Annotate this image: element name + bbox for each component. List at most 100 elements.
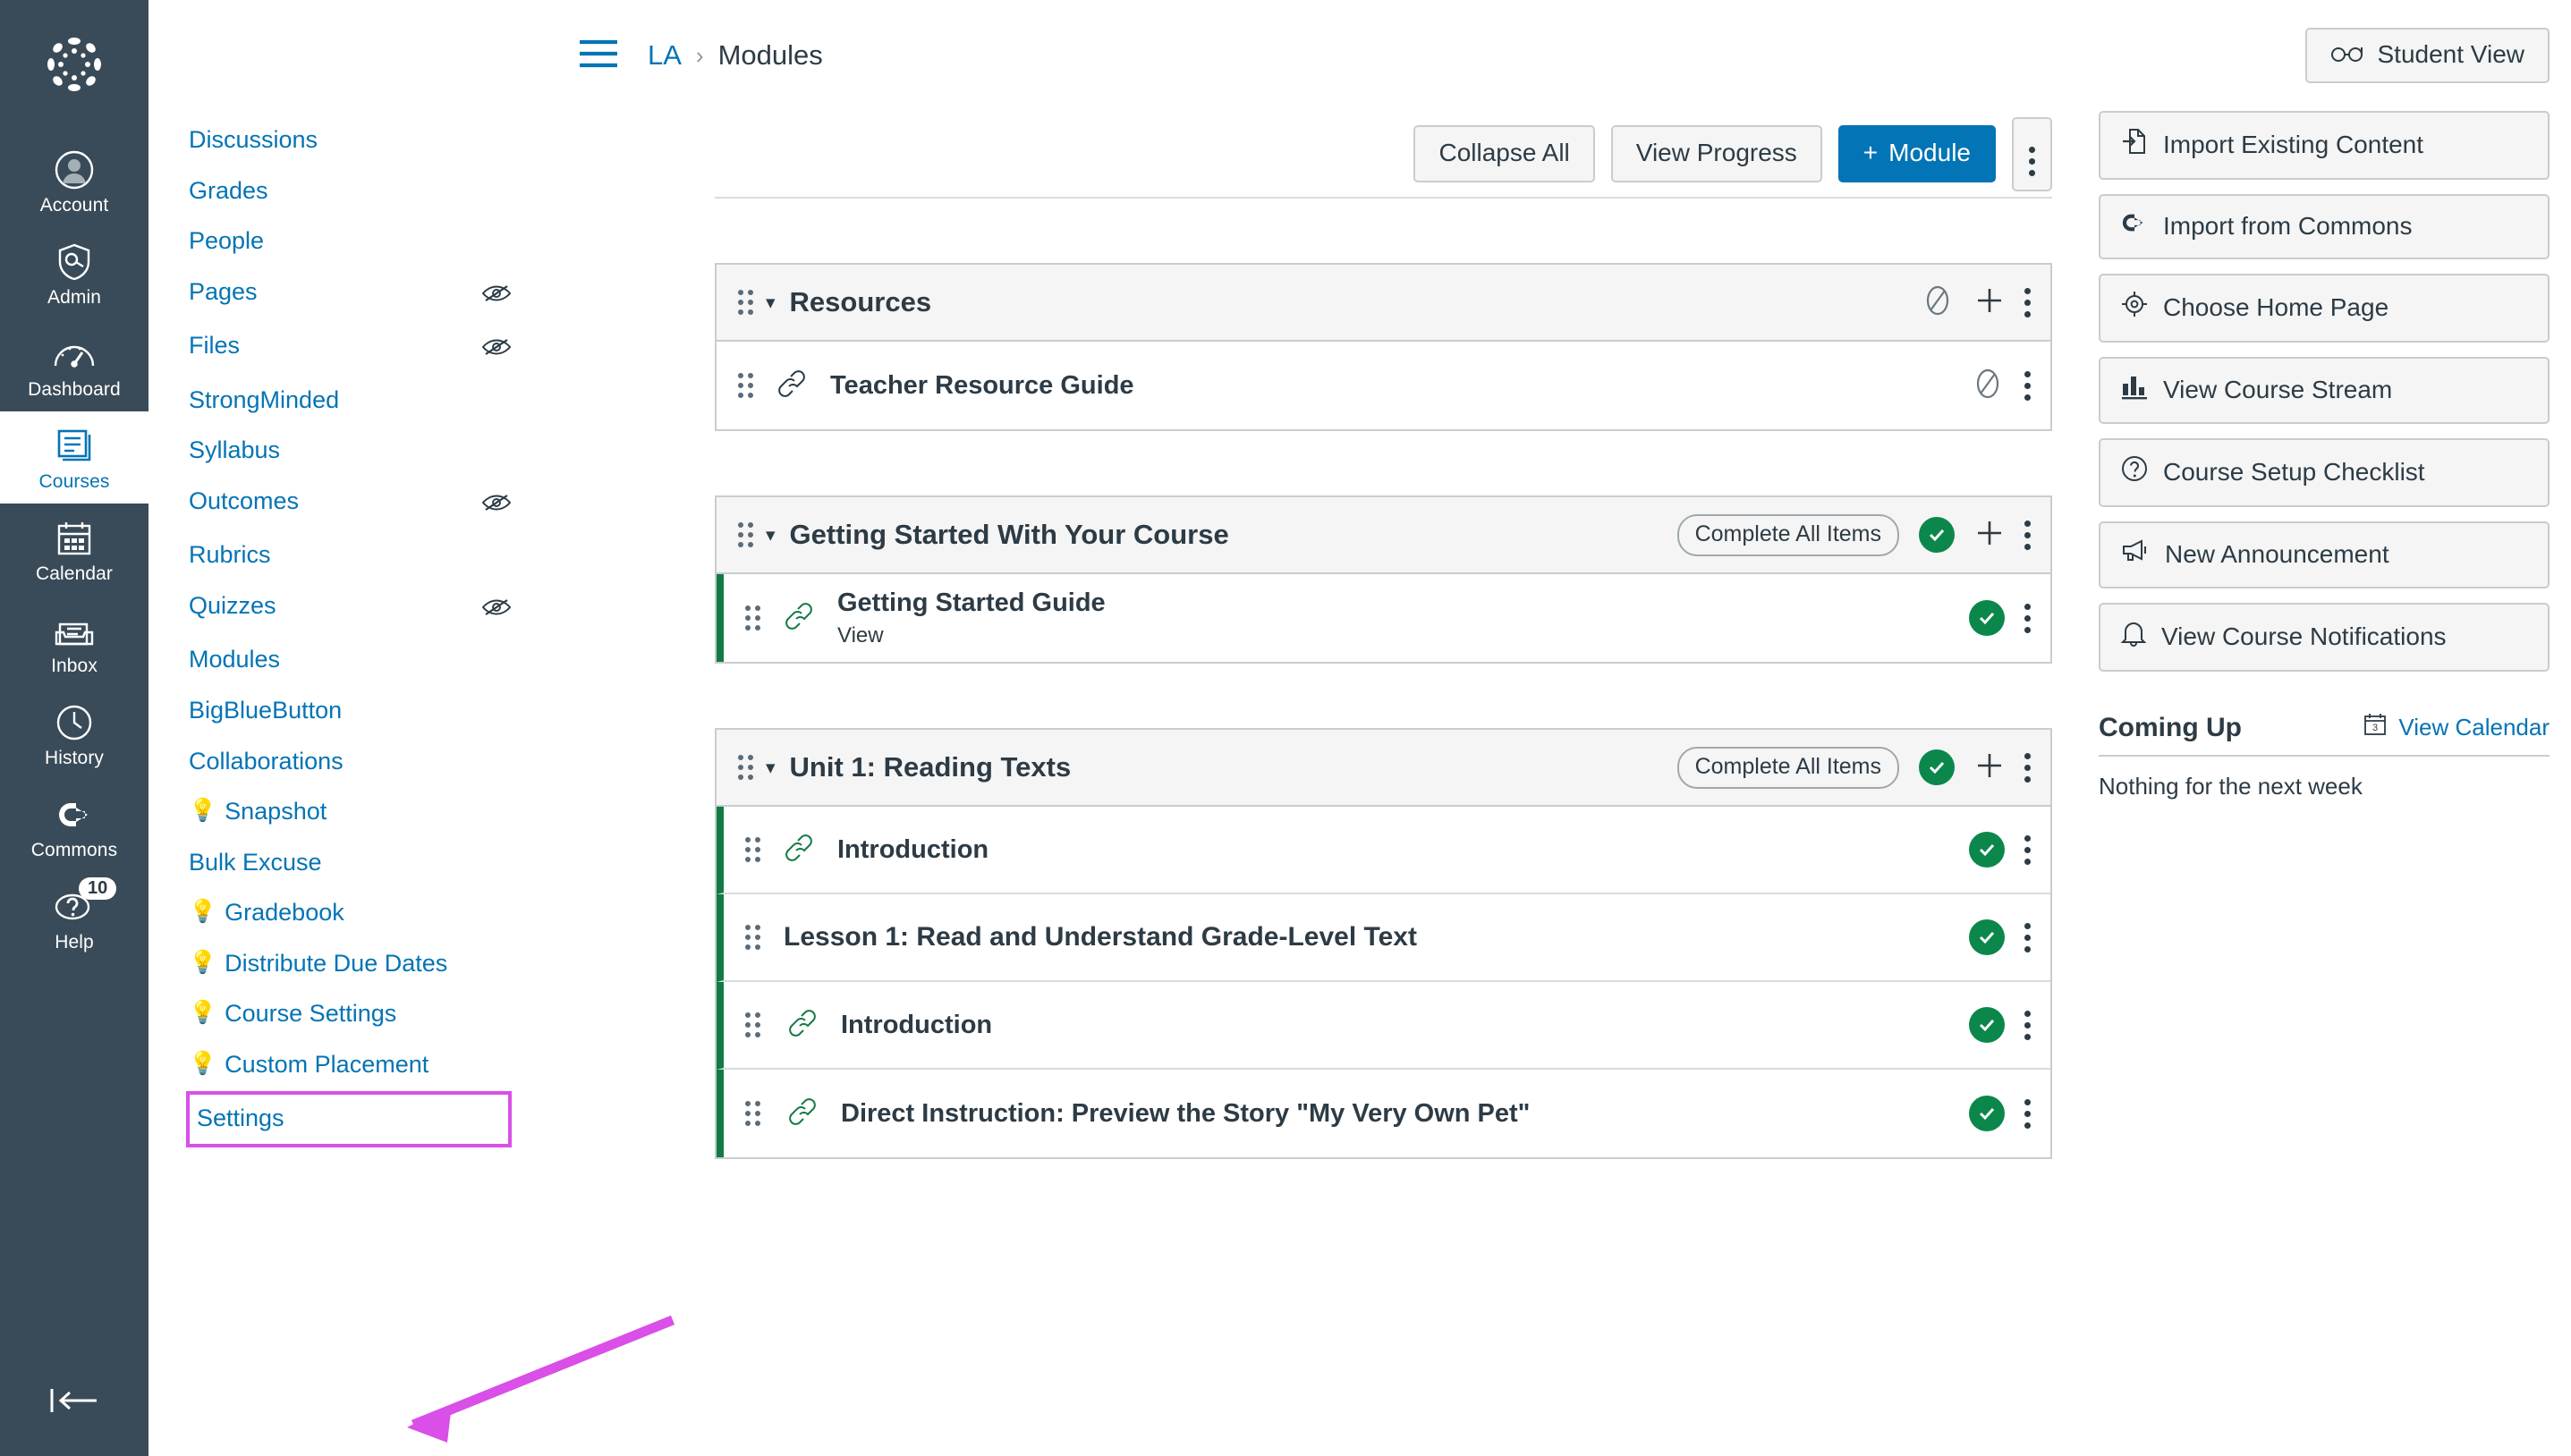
- global-nav-admin[interactable]: Admin: [0, 227, 148, 319]
- collapse-triangle-icon[interactable]: ▾: [766, 292, 776, 314]
- add-module-button[interactable]: + Module: [1837, 125, 1996, 182]
- choose-home-page-button[interactable]: Choose Home Page: [2099, 274, 2550, 343]
- course-nav-item-outcomes[interactable]: Outcomes: [148, 476, 553, 530]
- course-nav-item-collaborations[interactable]: Collaborations: [148, 736, 553, 787]
- breadcrumb-course-link[interactable]: LA: [648, 39, 682, 72]
- drag-handle-icon[interactable]: [745, 1012, 760, 1037]
- module-item-more-options-icon[interactable]: [2024, 370, 2031, 401]
- course-nav-item-distribute-due-dates[interactable]: 💡 Distribute Due Dates: [148, 938, 553, 989]
- published-check-icon[interactable]: [1969, 600, 2005, 636]
- module-items: Teacher Resource Guide: [715, 342, 2052, 431]
- published-check-icon[interactable]: [1919, 517, 1955, 553]
- view-calendar-link[interactable]: 3 View Calendar: [2362, 711, 2550, 744]
- published-check-icon[interactable]: [1969, 1096, 2005, 1131]
- course-setup-checklist-button[interactable]: Course Setup Checklist: [2099, 438, 2550, 507]
- canvas-logo[interactable]: [40, 30, 108, 103]
- collapse-triangle-icon[interactable]: ▾: [766, 757, 776, 779]
- course-nav-item-pages[interactable]: Pages: [148, 267, 553, 321]
- published-check-icon[interactable]: [1969, 832, 2005, 868]
- link-icon: [784, 601, 814, 636]
- course-nav-item-quizzes[interactable]: Quizzes: [148, 580, 553, 635]
- global-nav-commons[interactable]: Commons: [0, 780, 148, 872]
- view-course-stream-button[interactable]: View Course Stream: [2099, 357, 2550, 424]
- view-progress-button[interactable]: View Progress: [1610, 125, 1822, 182]
- drag-handle-icon[interactable]: [745, 1101, 760, 1126]
- course-nav-item-rubrics[interactable]: Rubrics: [148, 529, 553, 580]
- import-existing-content-label: Import Existing Content: [2163, 130, 2424, 158]
- global-nav-account[interactable]: Account: [0, 135, 148, 227]
- course-nav-item-snapshot[interactable]: 💡 Snapshot: [148, 786, 553, 837]
- module-item-more-options-icon[interactable]: [2024, 834, 2031, 865]
- inbox-tray-icon: [0, 608, 148, 653]
- module-item-row-text-header[interactable]: Lesson 1: Read and Understand Grade-Leve…: [717, 894, 2050, 982]
- global-nav-dashboard[interactable]: Dashboard: [0, 319, 148, 411]
- module-item-title: Getting Started Guide: [837, 588, 1106, 617]
- add-item-plus-icon[interactable]: [1974, 518, 2005, 553]
- link-icon: [787, 1096, 818, 1131]
- drag-handle-icon[interactable]: [745, 837, 760, 862]
- drag-handle-icon[interactable]: [745, 925, 760, 950]
- new-announcement-button[interactable]: New Announcement: [2099, 521, 2550, 588]
- drag-handle-icon[interactable]: [738, 373, 753, 398]
- course-nav-item-custom-placement[interactable]: 💡 Custom Placement: [148, 1039, 553, 1090]
- coming-up-empty-text: Nothing for the next week: [2099, 773, 2363, 800]
- global-nav-admin-label: Admin: [47, 287, 102, 308]
- published-check-icon[interactable]: [1969, 1007, 2005, 1043]
- modules-column: Collapse All View Progress + Module ▾ Re…: [553, 111, 2074, 1159]
- unpublished-circle-icon[interactable]: [1971, 367, 2005, 405]
- choose-home-page-label: Choose Home Page: [2163, 292, 2389, 321]
- module-more-options-icon[interactable]: [2024, 520, 2031, 550]
- course-nav-item-settings[interactable]: Settings: [186, 1091, 512, 1147]
- view-course-notifications-button[interactable]: View Course Notifications: [2099, 603, 2550, 672]
- global-nav-inbox[interactable]: Inbox: [0, 596, 148, 688]
- course-nav-item-grades[interactable]: Grades: [148, 165, 553, 216]
- course-nav-item-course-settings[interactable]: 💡 Course Settings: [148, 988, 553, 1039]
- published-check-icon[interactable]: [1919, 749, 1955, 785]
- course-nav-item-modules[interactable]: Modules: [148, 634, 553, 685]
- course-nav-item-people[interactable]: People: [148, 216, 553, 267]
- module-item-more-options-icon[interactable]: [2024, 922, 2031, 952]
- collapse-all-button[interactable]: Collapse All: [1413, 125, 1595, 182]
- module-more-options-icon[interactable]: [2024, 752, 2031, 783]
- add-item-plus-icon[interactable]: [1974, 285, 2005, 320]
- course-nav-item-discussions[interactable]: Discussions: [148, 114, 553, 165]
- drag-handle-icon[interactable]: [738, 755, 753, 780]
- global-nav-help[interactable]: 10 Help: [0, 872, 148, 964]
- commons-arrow-icon: [2120, 210, 2149, 241]
- unpublished-circle-icon[interactable]: [1921, 284, 1955, 322]
- collapse-left-icon[interactable]: [0, 1385, 148, 1420]
- course-nav-item-syllabus[interactable]: Syllabus: [148, 425, 553, 476]
- module-header[interactable]: ▾ Getting Started With Your Course Compl…: [715, 495, 2052, 574]
- course-nav-item-files[interactable]: Files: [148, 320, 553, 375]
- global-nav-courses[interactable]: Courses: [0, 411, 148, 504]
- course-nav-item-gradebook[interactable]: 💡 Gradebook: [148, 887, 553, 938]
- global-nav-history[interactable]: History: [0, 688, 148, 780]
- course-nav-item-strongminded[interactable]: StrongMinded: [148, 375, 553, 426]
- module-item-row[interactable]: Teacher Resource Guide: [717, 342, 2050, 429]
- hamburger-menu-icon[interactable]: [578, 38, 619, 73]
- module-item-row[interactable]: Introduction: [717, 807, 2050, 894]
- collapse-triangle-icon[interactable]: ▾: [766, 524, 776, 546]
- drag-handle-icon[interactable]: [745, 605, 760, 631]
- module-item-more-options-icon[interactable]: [2024, 1010, 2031, 1040]
- global-nav-calendar[interactable]: Calendar: [0, 504, 148, 596]
- module-header[interactable]: ▾ Unit 1: Reading Texts Complete All Ite…: [715, 728, 2052, 807]
- link-icon: [784, 833, 814, 868]
- module-item-more-options-icon[interactable]: [2024, 603, 2031, 633]
- import-from-commons-button[interactable]: Import from Commons: [2099, 194, 2550, 259]
- student-view-button[interactable]: Student View: [2304, 28, 2550, 83]
- module-item-row[interactable]: Direct Instruction: Preview the Story "M…: [717, 1070, 2050, 1157]
- module-header[interactable]: ▾ Resources: [715, 263, 2052, 342]
- course-nav-item-bigbluebutton[interactable]: BigBlueButton: [148, 685, 553, 736]
- modules-more-options-button[interactable]: [2012, 116, 2052, 191]
- module-item-more-options-icon[interactable]: [2024, 1098, 2031, 1129]
- module-item-row[interactable]: Introduction: [717, 982, 2050, 1070]
- drag-handle-icon[interactable]: [738, 290, 753, 315]
- published-check-icon[interactable]: [1969, 919, 2005, 955]
- course-nav-item-bulk-excuse[interactable]: Bulk Excuse: [148, 837, 553, 888]
- add-item-plus-icon[interactable]: [1974, 750, 2005, 785]
- module-item-row[interactable]: Getting Started Guide View: [717, 574, 2050, 662]
- import-existing-content-button[interactable]: Import Existing Content: [2099, 111, 2550, 180]
- module-more-options-icon[interactable]: [2024, 287, 2031, 317]
- drag-handle-icon[interactable]: [738, 522, 753, 547]
